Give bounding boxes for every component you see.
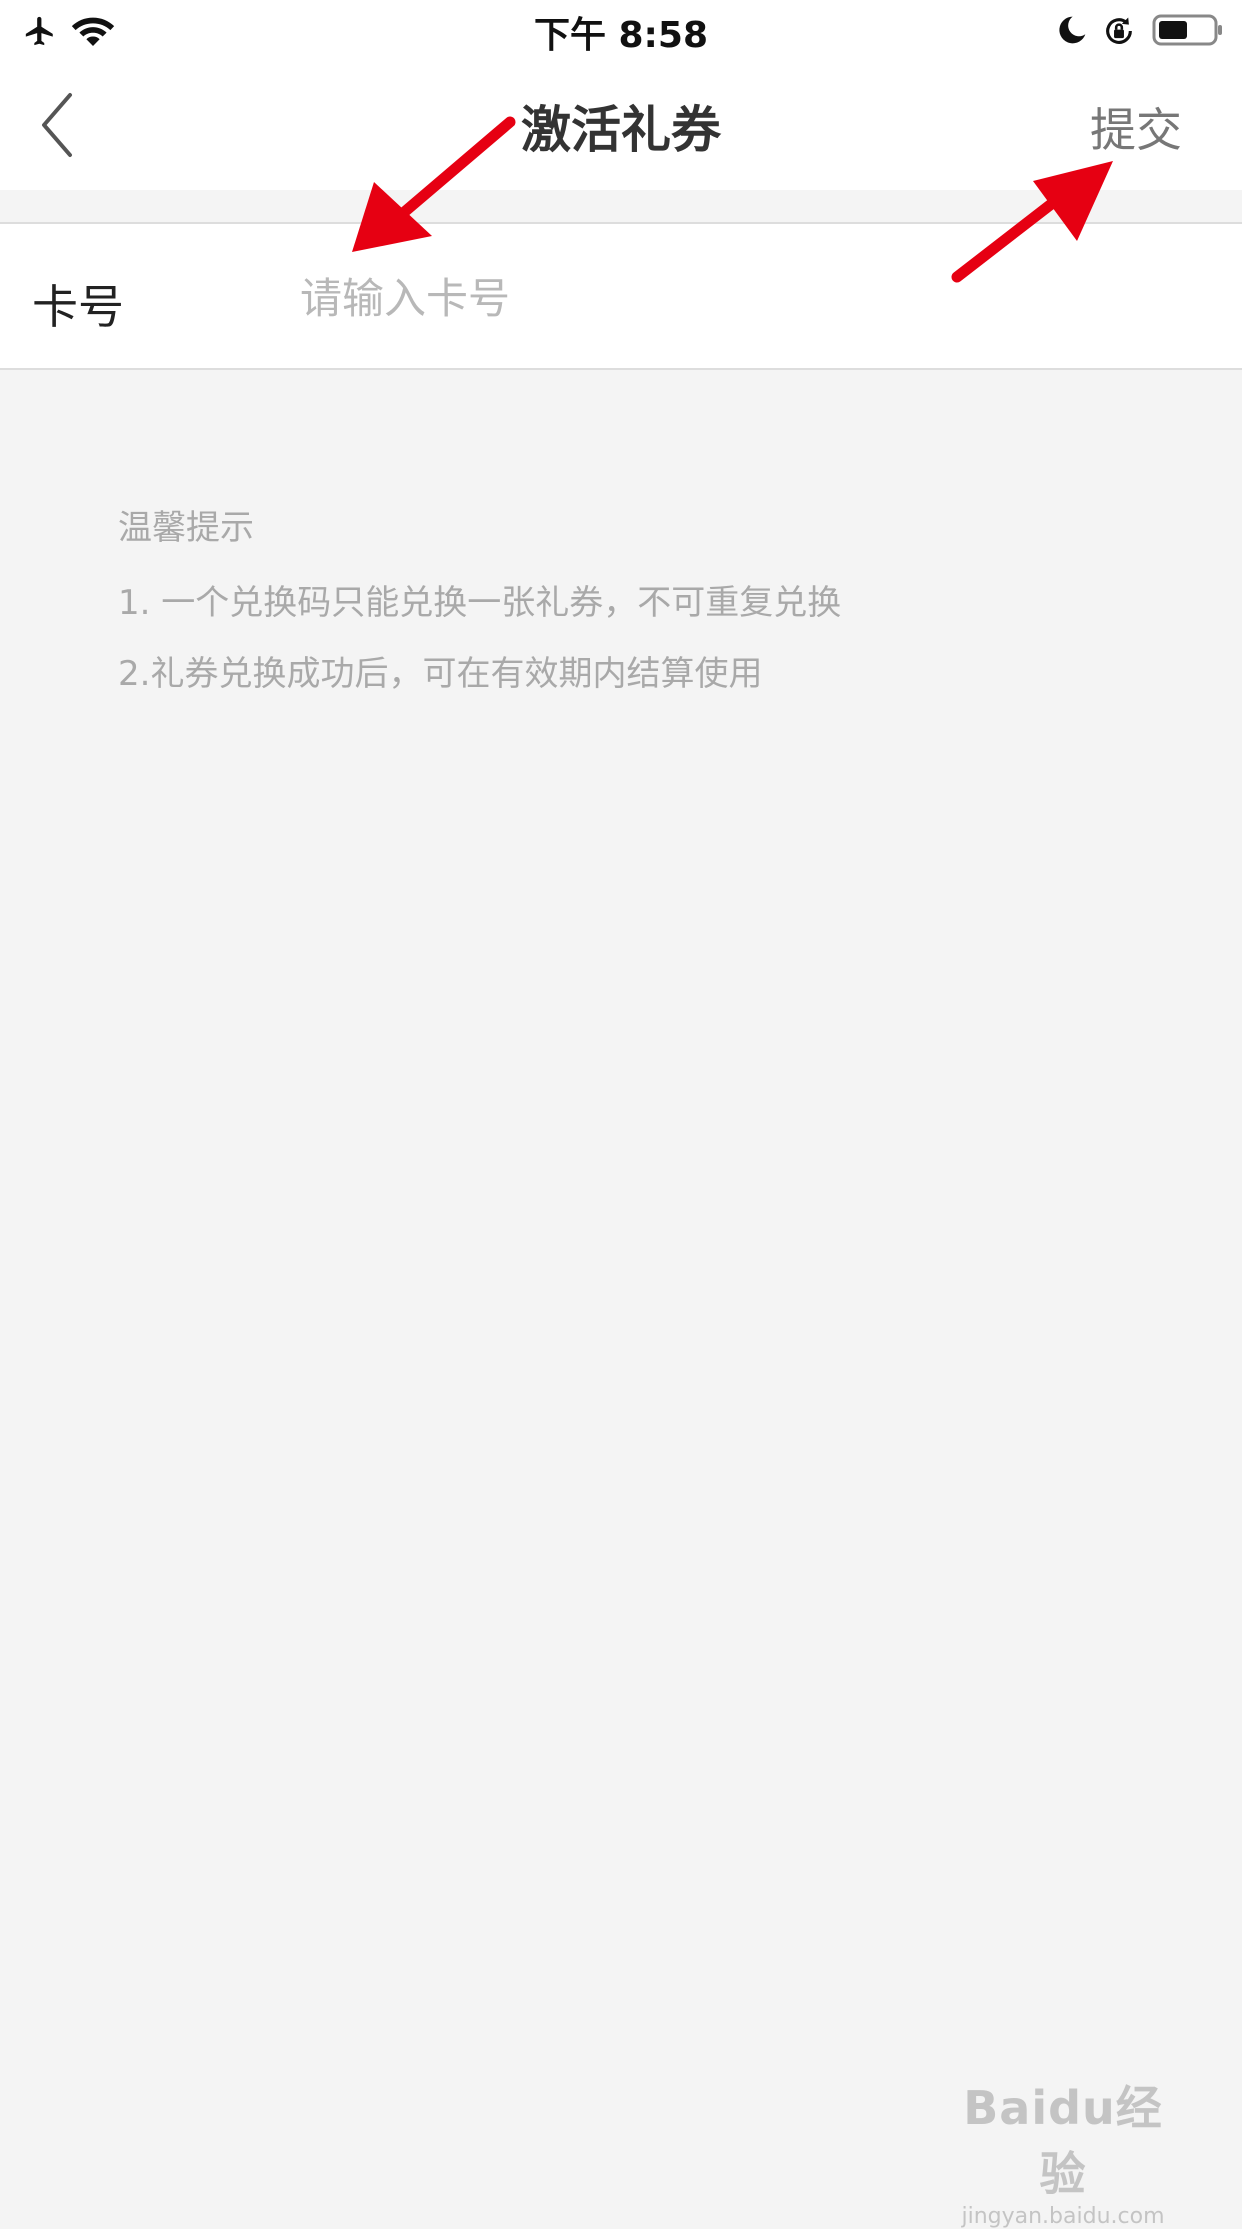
battery-icon (1152, 14, 1222, 46)
rotation-lock-icon (1106, 17, 1132, 44)
page-title: 激活礼券 (521, 101, 721, 159)
moon-icon (1059, 16, 1086, 44)
tips-title: 温馨提示 (118, 508, 254, 548)
watermark: Baidu经验 jingyan.baidu.com (948, 2072, 1178, 2229)
chevron-left-icon (42, 93, 72, 157)
tip-item: 2.礼券兑换成功后，可在有效期内结算使用 (118, 654, 763, 694)
annotation-arrow-input (352, 116, 516, 252)
annotation-arrow-submit (951, 161, 1113, 283)
tip-item: 1. 一个兑换码只能兑换一张礼券，不可重复兑换 (118, 583, 842, 623)
tips-section: 温馨提示 1. 一个兑换码只能兑换一张礼券，不可重复兑换 2.礼券兑换成功后，可… (118, 500, 841, 717)
card-number-label: 卡号 (32, 280, 124, 334)
submit-button[interactable]: 提交 (1090, 94, 1182, 160)
watermark-logo: Baidu经验 (963, 2081, 1163, 2201)
back-button[interactable] (26, 90, 96, 160)
status-bar: 下午 8:58 (0, 0, 1242, 60)
